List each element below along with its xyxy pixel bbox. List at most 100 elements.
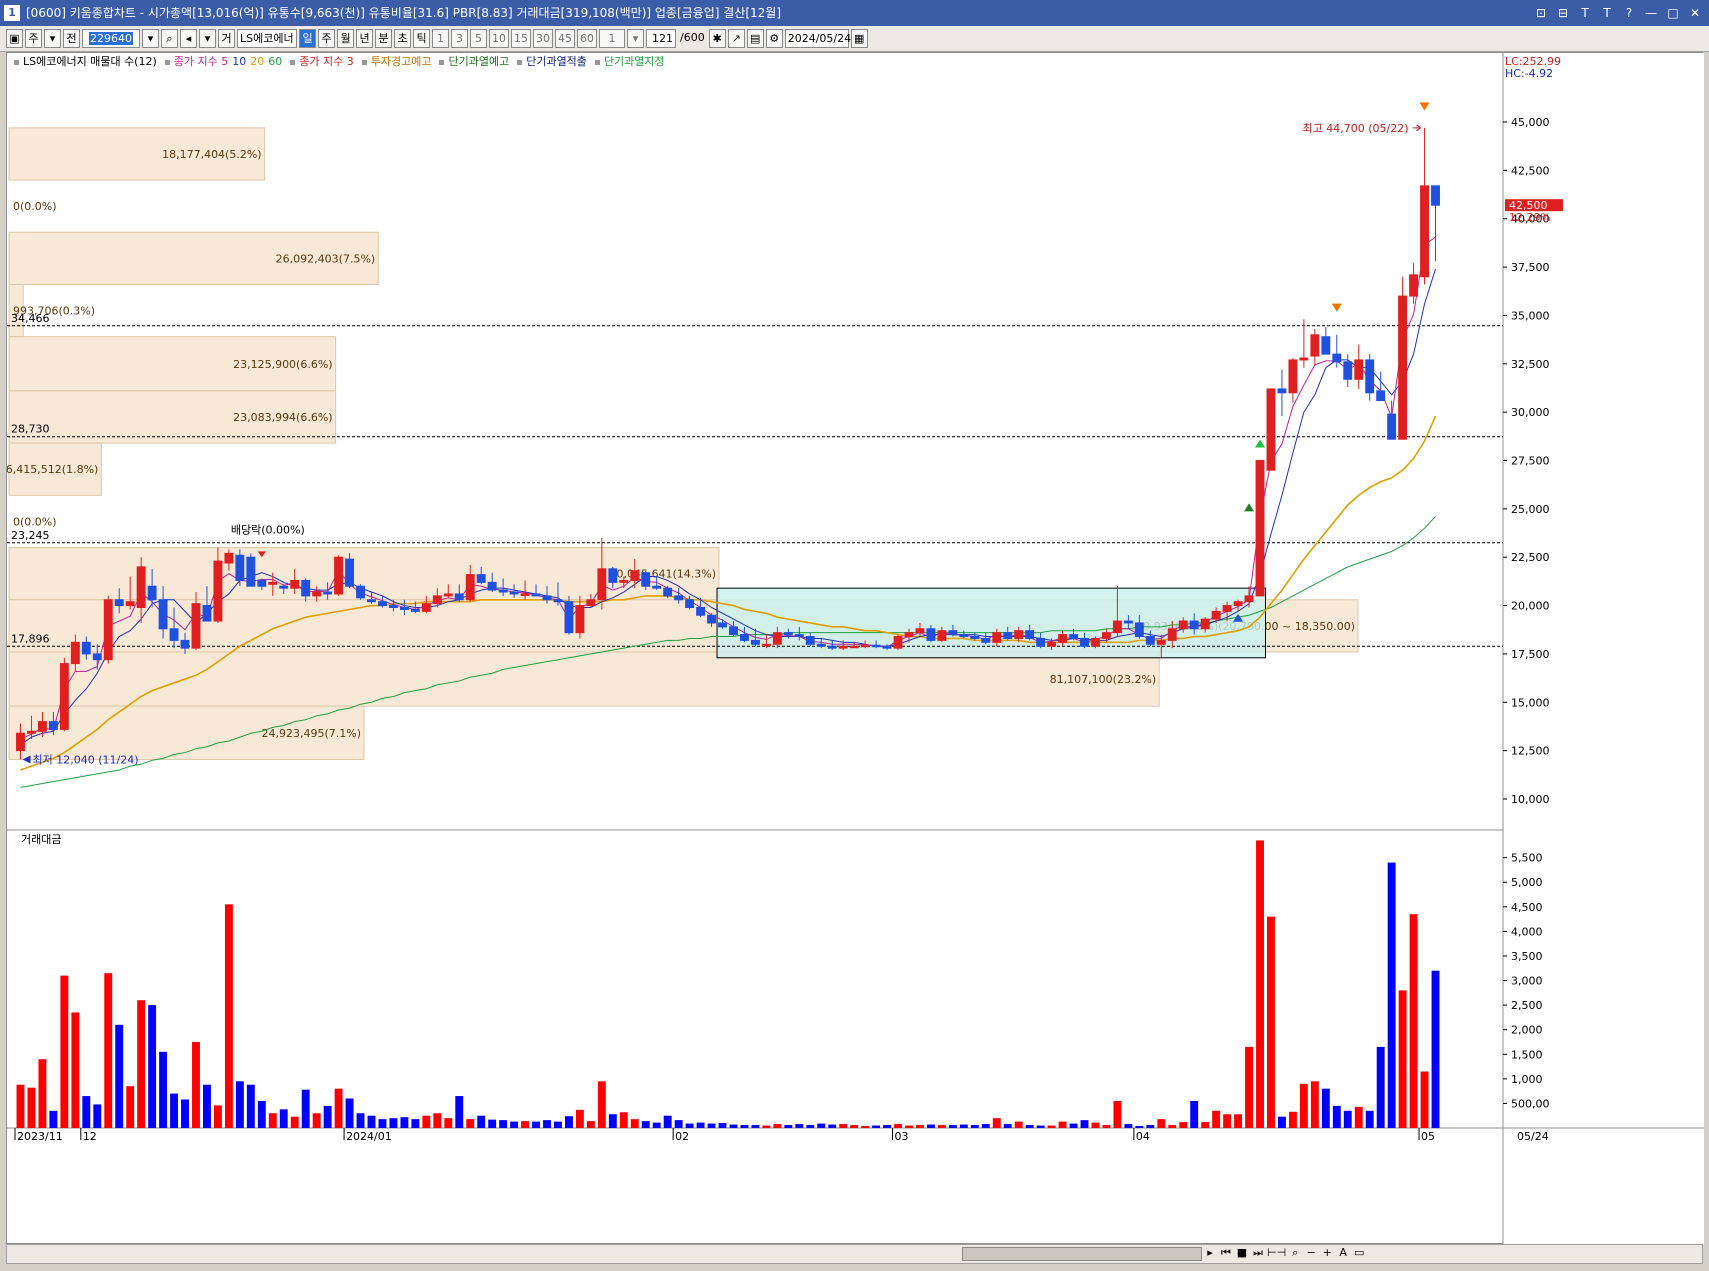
range-mode-select[interactable]: 전 — [63, 29, 80, 48]
sound-icon[interactable]: ◂ — [180, 29, 197, 48]
period-tick[interactable]: 틱 — [413, 29, 430, 48]
chart-window: 1 [0600] 키움종합차트 - 시가총액[13,016(억)] 유통수[9,… — [0, 0, 1709, 1271]
stop-icon[interactable]: ■ — [1235, 1246, 1249, 1260]
interval-15[interactable]: 15 — [511, 29, 531, 48]
market-mode-select[interactable]: 주 — [25, 29, 42, 48]
layout-icon[interactable]: ▭ — [1352, 1246, 1366, 1260]
legend-stock[interactable]: LS에코에너지 매물대 수(12) — [14, 55, 157, 69]
calendar-icon[interactable]: ▦ — [850, 29, 868, 48]
search-icon[interactable]: ⌕ — [161, 29, 178, 48]
help-icon[interactable]: ? — [1621, 0, 1637, 26]
volume-tick-label: 2,000 — [1511, 1024, 1543, 1037]
volume-bar — [181, 1099, 189, 1128]
sound-dropdown-icon[interactable]: ▾ — [199, 29, 216, 48]
candle-body — [224, 552, 234, 564]
candle-body — [882, 645, 892, 649]
multiplier-dropdown-icon[interactable]: ▾ — [627, 29, 644, 48]
candle-body — [740, 634, 749, 641]
minimize-icon[interactable]: — — [1643, 0, 1659, 26]
candle-body — [1178, 620, 1188, 630]
candle-body — [92, 653, 102, 661]
draw-icon[interactable]: ↗ — [727, 29, 745, 48]
zoom-icon[interactable]: ⌕ — [1288, 1246, 1302, 1260]
volume-bar — [312, 1113, 321, 1128]
volume-bar — [1223, 1114, 1232, 1128]
volume-bar — [1058, 1121, 1067, 1128]
zoom-out-icon[interactable]: − — [1304, 1246, 1318, 1260]
volume-bar — [466, 1119, 475, 1128]
volume-tick-label: 3,000 — [1511, 975, 1543, 988]
interval-1[interactable]: 1 — [432, 29, 449, 48]
period-year[interactable]: 년 — [356, 29, 373, 48]
legend-ma[interactable]: 종가 지수 5 10 20 60 — [164, 55, 282, 69]
stock-code-input[interactable]: 229640 — [82, 29, 140, 48]
period-second[interactable]: 초 — [394, 29, 411, 48]
candle-body — [1365, 359, 1375, 394]
candle-body — [904, 632, 914, 638]
volume-bar — [1069, 1123, 1078, 1128]
code-dropdown-icon[interactable]: ▾ — [142, 29, 159, 48]
chart-svg[interactable]: 18,177,404(5.2%)0(0.0%)26,092,403(7.5%)9… — [6, 53, 1704, 1245]
chart-type-icon[interactable]: ▣ — [6, 29, 23, 48]
save-icon[interactable]: ▤ — [746, 29, 764, 48]
legend-warn1[interactable]: 투자경고예고 — [361, 55, 431, 69]
volume-tick-label: 5,500 — [1511, 852, 1543, 865]
stock-name-field[interactable]: LS에코에너 — [237, 29, 297, 48]
close-icon[interactable]: ✕ — [1687, 0, 1703, 26]
count-input[interactable]: 121 — [646, 29, 676, 48]
restore-icon[interactable]: ⊡ — [1533, 0, 1549, 26]
volume-bar — [586, 1121, 595, 1128]
candle-body — [761, 643, 771, 647]
interval-30[interactable]: 30 — [533, 29, 553, 48]
candle-body — [1409, 274, 1419, 297]
volume-tick-label: 5,000 — [1511, 876, 1543, 889]
candle-body — [37, 721, 47, 732]
zoom-in-icon[interactable]: + — [1320, 1246, 1334, 1260]
period-month[interactable]: 월 — [337, 29, 354, 48]
volume-bar — [1310, 1081, 1319, 1128]
volume-bar — [916, 1125, 924, 1128]
scroll-thumb[interactable] — [962, 1247, 1202, 1261]
candle-body — [487, 581, 497, 591]
legend-warn2[interactable]: 단기과열예고 — [439, 55, 509, 69]
interval-60[interactable]: 60 — [577, 29, 597, 48]
interval-45[interactable]: 45 — [555, 29, 575, 48]
volume-bar — [455, 1096, 464, 1128]
interval-10[interactable]: 10 — [489, 29, 509, 48]
candle-body — [345, 558, 355, 587]
candle-body — [1288, 359, 1298, 394]
candle-body — [1222, 605, 1232, 612]
candle-body — [827, 645, 837, 649]
chart-area[interactable]: 18,177,404(5.2%) 0(0.0%) 26,092,403(7.5%) 9… — [6, 52, 1704, 1245]
volume-bar — [192, 1041, 200, 1128]
period-minute[interactable]: 분 — [375, 29, 392, 48]
tile-icon[interactable]: ⊟ — [1555, 0, 1571, 26]
last-icon[interactable]: ⏭ — [1251, 1246, 1265, 1260]
text-icon[interactable]: A — [1336, 1246, 1350, 1260]
candle-body — [1211, 610, 1221, 620]
settings-icon[interactable]: ✱ — [708, 29, 726, 48]
first-icon[interactable]: ⏮ — [1219, 1246, 1233, 1260]
interval-3[interactable]: 3 — [451, 29, 468, 48]
horizontal-scrollbar[interactable]: ▸ ⏮ ■ ⏭ ⊢⊣ ⌕ − + A ▭ — [6, 1244, 1703, 1264]
date-input[interactable]: 2024/05/24 — [784, 29, 851, 48]
multiplier-input[interactable]: 1 — [599, 29, 625, 48]
gear-icon[interactable]: ⚙ — [765, 29, 783, 48]
legend-ma3[interactable]: 종가 지수 3 — [290, 55, 354, 69]
period-day[interactable]: 일 — [299, 29, 316, 48]
legend-warn3[interactable]: 단기과열적출 — [517, 55, 587, 69]
candle-body — [674, 595, 684, 601]
scroll-right-icon[interactable]: ▸ — [1203, 1246, 1217, 1260]
pin-icon[interactable]: T — [1577, 0, 1593, 26]
font-icon[interactable]: T — [1599, 0, 1615, 26]
period-week[interactable]: 주 — [318, 29, 335, 48]
market-dropdown-icon[interactable]: ▾ — [44, 29, 61, 48]
signal-up-icon — [1244, 503, 1255, 512]
candle-body — [948, 630, 958, 636]
maximize-icon[interactable]: □ — [1665, 0, 1681, 26]
candle-body — [290, 579, 300, 589]
range-slider-icon[interactable]: ⊢⊣ — [1267, 1246, 1286, 1260]
legend-warn4[interactable]: 단기과열지정 — [594, 55, 665, 69]
geo-button[interactable]: 거 — [218, 29, 235, 48]
interval-5[interactable]: 5 — [470, 29, 487, 48]
